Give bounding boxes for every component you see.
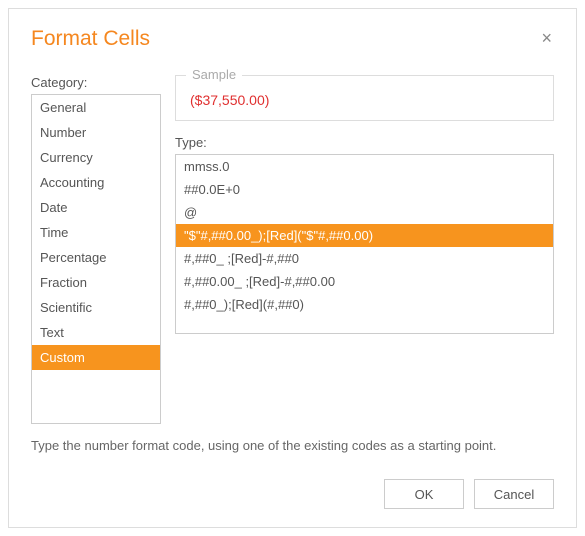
category-item[interactable]: Scientific	[32, 295, 160, 320]
type-item[interactable]: #,##0.00_ ;[Red]-#,##0.00	[176, 270, 553, 293]
category-item[interactable]: Fraction	[32, 270, 160, 295]
type-item[interactable]: #,##0_ ;[Red]-#,##0	[176, 247, 553, 270]
category-list[interactable]: GeneralNumberCurrencyAccountingDateTimeP…	[31, 94, 161, 424]
category-item[interactable]: Number	[32, 120, 160, 145]
type-label: Type:	[175, 135, 554, 150]
type-list[interactable]: mmss.0##0.0E+0@"$"#,##0.00_);[Red]("$"#,…	[175, 154, 554, 334]
close-icon[interactable]: ×	[539, 27, 554, 49]
category-item[interactable]: Date	[32, 195, 160, 220]
sample-box: Sample ($37,550.00)	[175, 75, 554, 121]
category-item[interactable]: Custom	[32, 345, 160, 370]
category-item[interactable]: Percentage	[32, 245, 160, 270]
ok-button[interactable]: OK	[384, 479, 464, 509]
type-item[interactable]: #,##0_);[Red](#,##0)	[176, 293, 553, 316]
format-cells-dialog: Format Cells × Category: GeneralNumberCu…	[8, 8, 577, 528]
dialog-title: Format Cells	[31, 27, 150, 51]
category-item[interactable]: Currency	[32, 145, 160, 170]
sample-value: ($37,550.00)	[190, 92, 539, 108]
type-item[interactable]: @	[176, 201, 553, 224]
type-item[interactable]: ##0.0E+0	[176, 178, 553, 201]
category-item[interactable]: Accounting	[32, 170, 160, 195]
category-item[interactable]: Time	[32, 220, 160, 245]
sample-legend: Sample	[186, 67, 242, 82]
type-item[interactable]: mmss.0	[176, 155, 553, 178]
category-item[interactable]: General	[32, 95, 160, 120]
category-item[interactable]: Text	[32, 320, 160, 345]
cancel-button[interactable]: Cancel	[474, 479, 554, 509]
type-item[interactable]: "$"#,##0.00_);[Red]("$"#,##0.00)	[176, 224, 553, 247]
category-label: Category:	[31, 75, 161, 90]
hint-text: Type the number format code, using one o…	[31, 438, 554, 453]
